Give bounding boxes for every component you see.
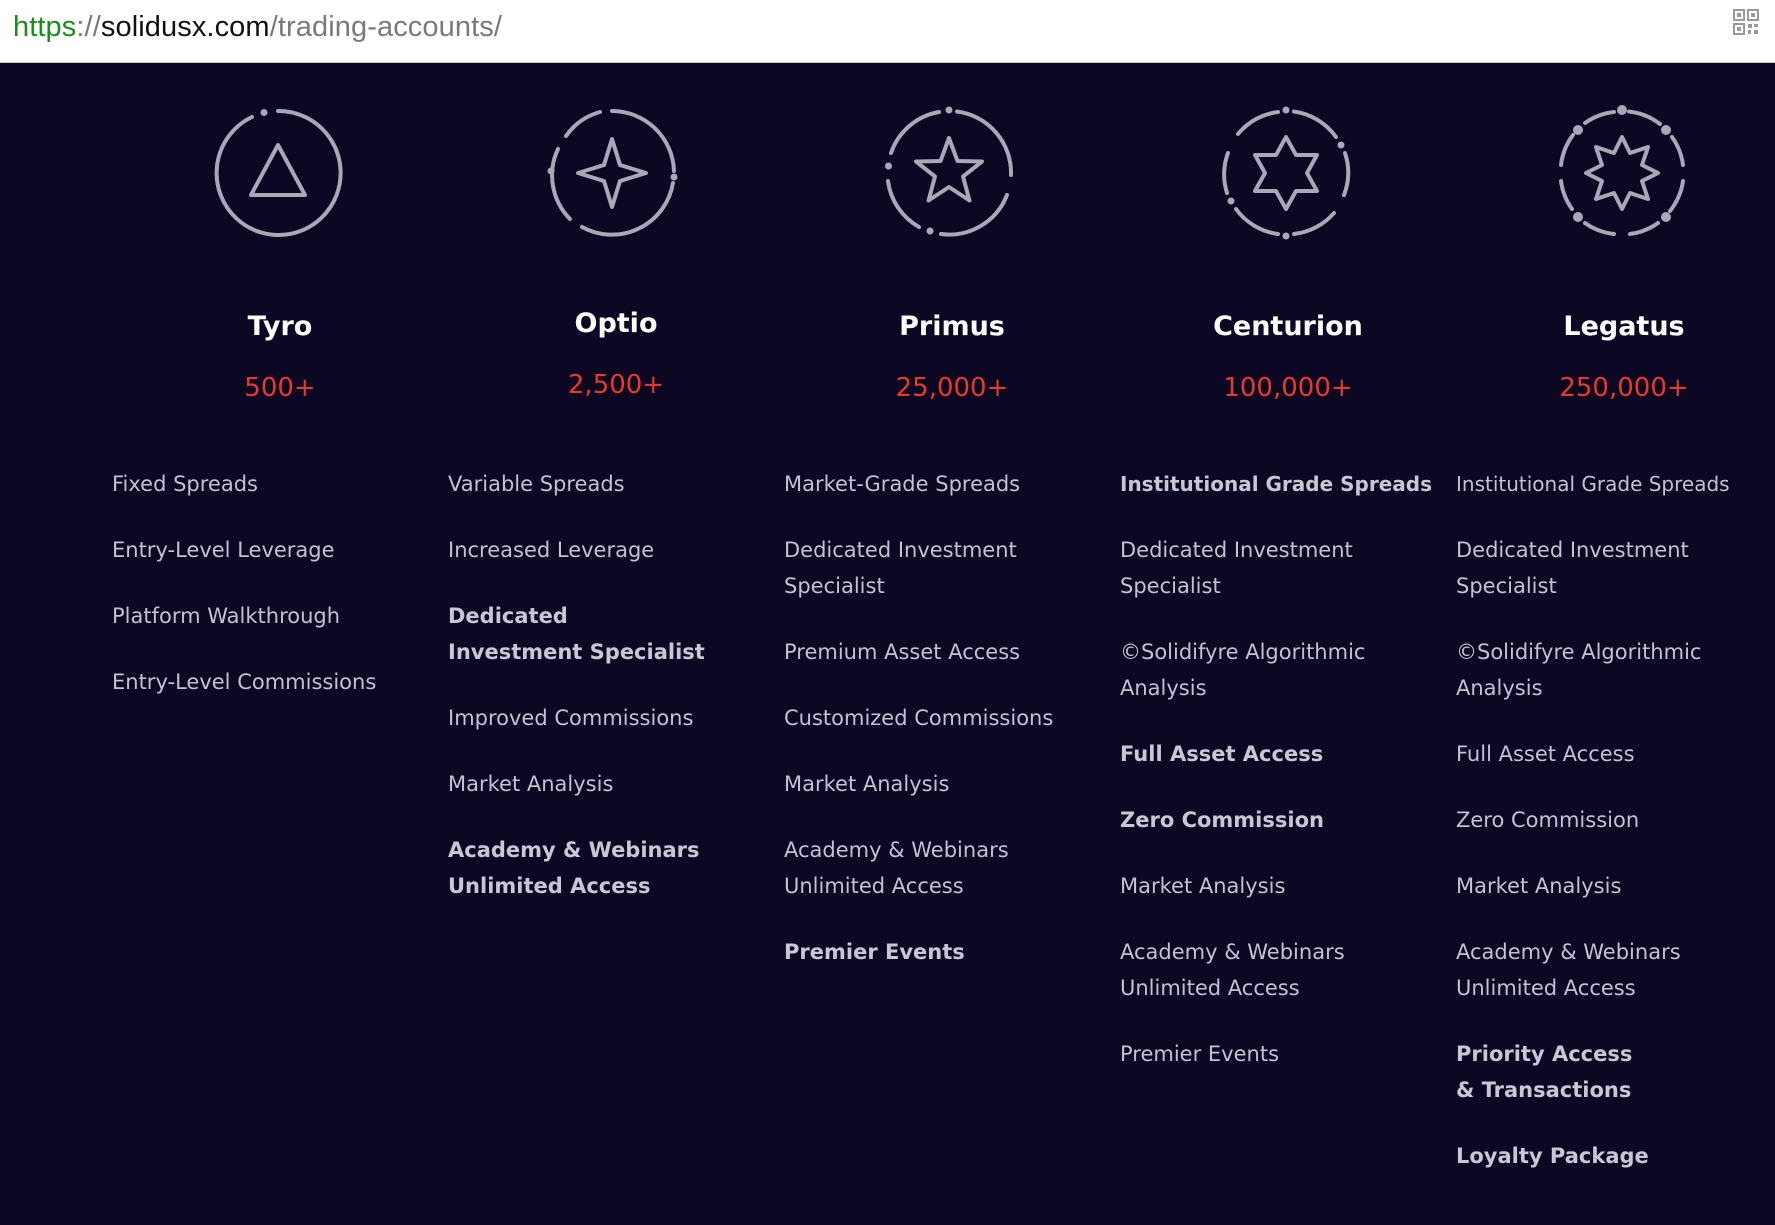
qr-code-icon[interactable] <box>1733 9 1759 35</box>
feature-item: Zero Commission <box>1120 808 1324 832</box>
feature-item: ©Solidifyre Algorithmic Analysis <box>1456 640 1702 700</box>
feature-item: Premium Asset Access <box>784 640 1021 664</box>
six-point-star-badge-icon <box>1222 106 1351 240</box>
feature-item: Increased Leverage <box>448 538 655 562</box>
feature-list: Institutional Grade Spreads Dedicated In… <box>1120 466 1432 1102</box>
feature-list: Institutional Grade Spreads Dedicated In… <box>1456 466 1756 1204</box>
feature-item: Institutional Grade Spreads <box>1456 472 1730 496</box>
tier-min-deposit: 2,500+ <box>567 370 665 400</box>
feature-item: Market-Grade Spreads <box>784 472 1021 496</box>
url-scheme: https <box>13 11 77 43</box>
feature-item: Dedicated Investment Specialist <box>784 538 1017 598</box>
star-badge-icon <box>885 106 1014 237</box>
feature-item: Customized Commissions <box>784 706 1054 730</box>
feature-item: Premier Events <box>1120 1042 1280 1066</box>
url-path: /trading-accounts/ <box>269 11 503 43</box>
tier-card-centurion: Centurion 100,000+ Institutional Grade S… <box>1120 63 1456 1225</box>
feature-item: Full Asset Access <box>1120 742 1324 766</box>
feature-list: Fixed Spreads Entry-Level Leverage Platf… <box>112 466 412 730</box>
url-host: solidusx.com <box>100 11 270 43</box>
feature-item: Dedicated Investment Specialist <box>448 604 705 664</box>
feature-item: Full Asset Access <box>1456 742 1635 766</box>
trading-accounts-section: Tyro 500+ Fixed Spreads Entry-Level Leve… <box>0 63 1775 1225</box>
feature-item: Dedicated Investment Specialist <box>1120 538 1353 598</box>
tier-name: Legatus <box>1563 311 1685 342</box>
feature-list: Market-Grade Spreads Dedicated Investmen… <box>784 466 1084 1000</box>
feature-item: Zero Commission <box>1456 808 1640 832</box>
tier-card-tyro: Tyro 500+ Fixed Spreads Entry-Level Leve… <box>112 63 448 1225</box>
feature-item: Entry-Level Commissions <box>112 670 377 694</box>
feature-item: Institutional Grade Spreads <box>1120 472 1432 496</box>
feature-item: ©Solidifyre Algorithmic Analysis <box>1120 640 1366 700</box>
tier-min-deposit: 100,000+ <box>1223 373 1353 403</box>
feature-item: Market Analysis <box>1120 874 1286 898</box>
address-bar[interactable]: https://solidusx.com/trading-accounts/ <box>0 0 1775 63</box>
url-text[interactable]: https://solidusx.com/trading-accounts/ <box>13 11 502 44</box>
tier-min-deposit: 25,000+ <box>895 373 1009 403</box>
feature-list: Variable Spreads Increased Leverage Dedi… <box>448 466 748 934</box>
feature-item: Priority Access & Transactions <box>1456 1042 1633 1102</box>
feature-item: Entry-Level Leverage <box>112 538 335 562</box>
feature-item: Academy & Webinars Unlimited Access <box>1120 940 1345 1000</box>
tier-card-optio: Optio 2,500+ Variable Spreads Increased … <box>448 63 784 1225</box>
feature-item: Market Analysis <box>784 772 950 796</box>
tier-name: Tyro <box>247 311 313 342</box>
feature-item: Dedicated Investment Specialist <box>1456 538 1689 598</box>
feature-item: Improved Commissions <box>448 706 694 730</box>
feature-item: Fixed Spreads <box>112 472 258 496</box>
feature-item: Market Analysis <box>1456 874 1622 898</box>
feature-item: Variable Spreads <box>448 472 625 496</box>
url-separator: :// <box>76 11 101 43</box>
feature-item: Market Analysis <box>448 772 614 796</box>
tier-card-legatus: Legatus 250,000+ Institutional Grade Spr… <box>1456 63 1775 1225</box>
feature-item: Academy & Webinars Unlimited Access <box>784 838 1009 898</box>
tier-name: Primus <box>899 311 1005 342</box>
feature-item: Platform Walkthrough <box>112 604 341 628</box>
triangle-badge-icon <box>214 108 343 237</box>
tier-min-deposit: 500+ <box>244 373 316 403</box>
feature-item: Premier Events <box>784 940 965 964</box>
tier-name: Centurion <box>1213 311 1363 342</box>
tier-name: Optio <box>574 308 658 339</box>
feature-item: Loyalty Package <box>1456 1144 1649 1168</box>
eight-point-star-badge-icon <box>1559 105 1685 236</box>
tier-card-primus: Primus 25,000+ Market-Grade Spreads Dedi… <box>784 63 1120 1225</box>
feature-item: Academy & Webinars Unlimited Access <box>448 838 700 898</box>
tier-min-deposit: 250,000+ <box>1559 373 1689 403</box>
four-point-star-badge-icon <box>547 109 678 237</box>
feature-item: Academy & Webinars Unlimited Access <box>1456 940 1681 1000</box>
